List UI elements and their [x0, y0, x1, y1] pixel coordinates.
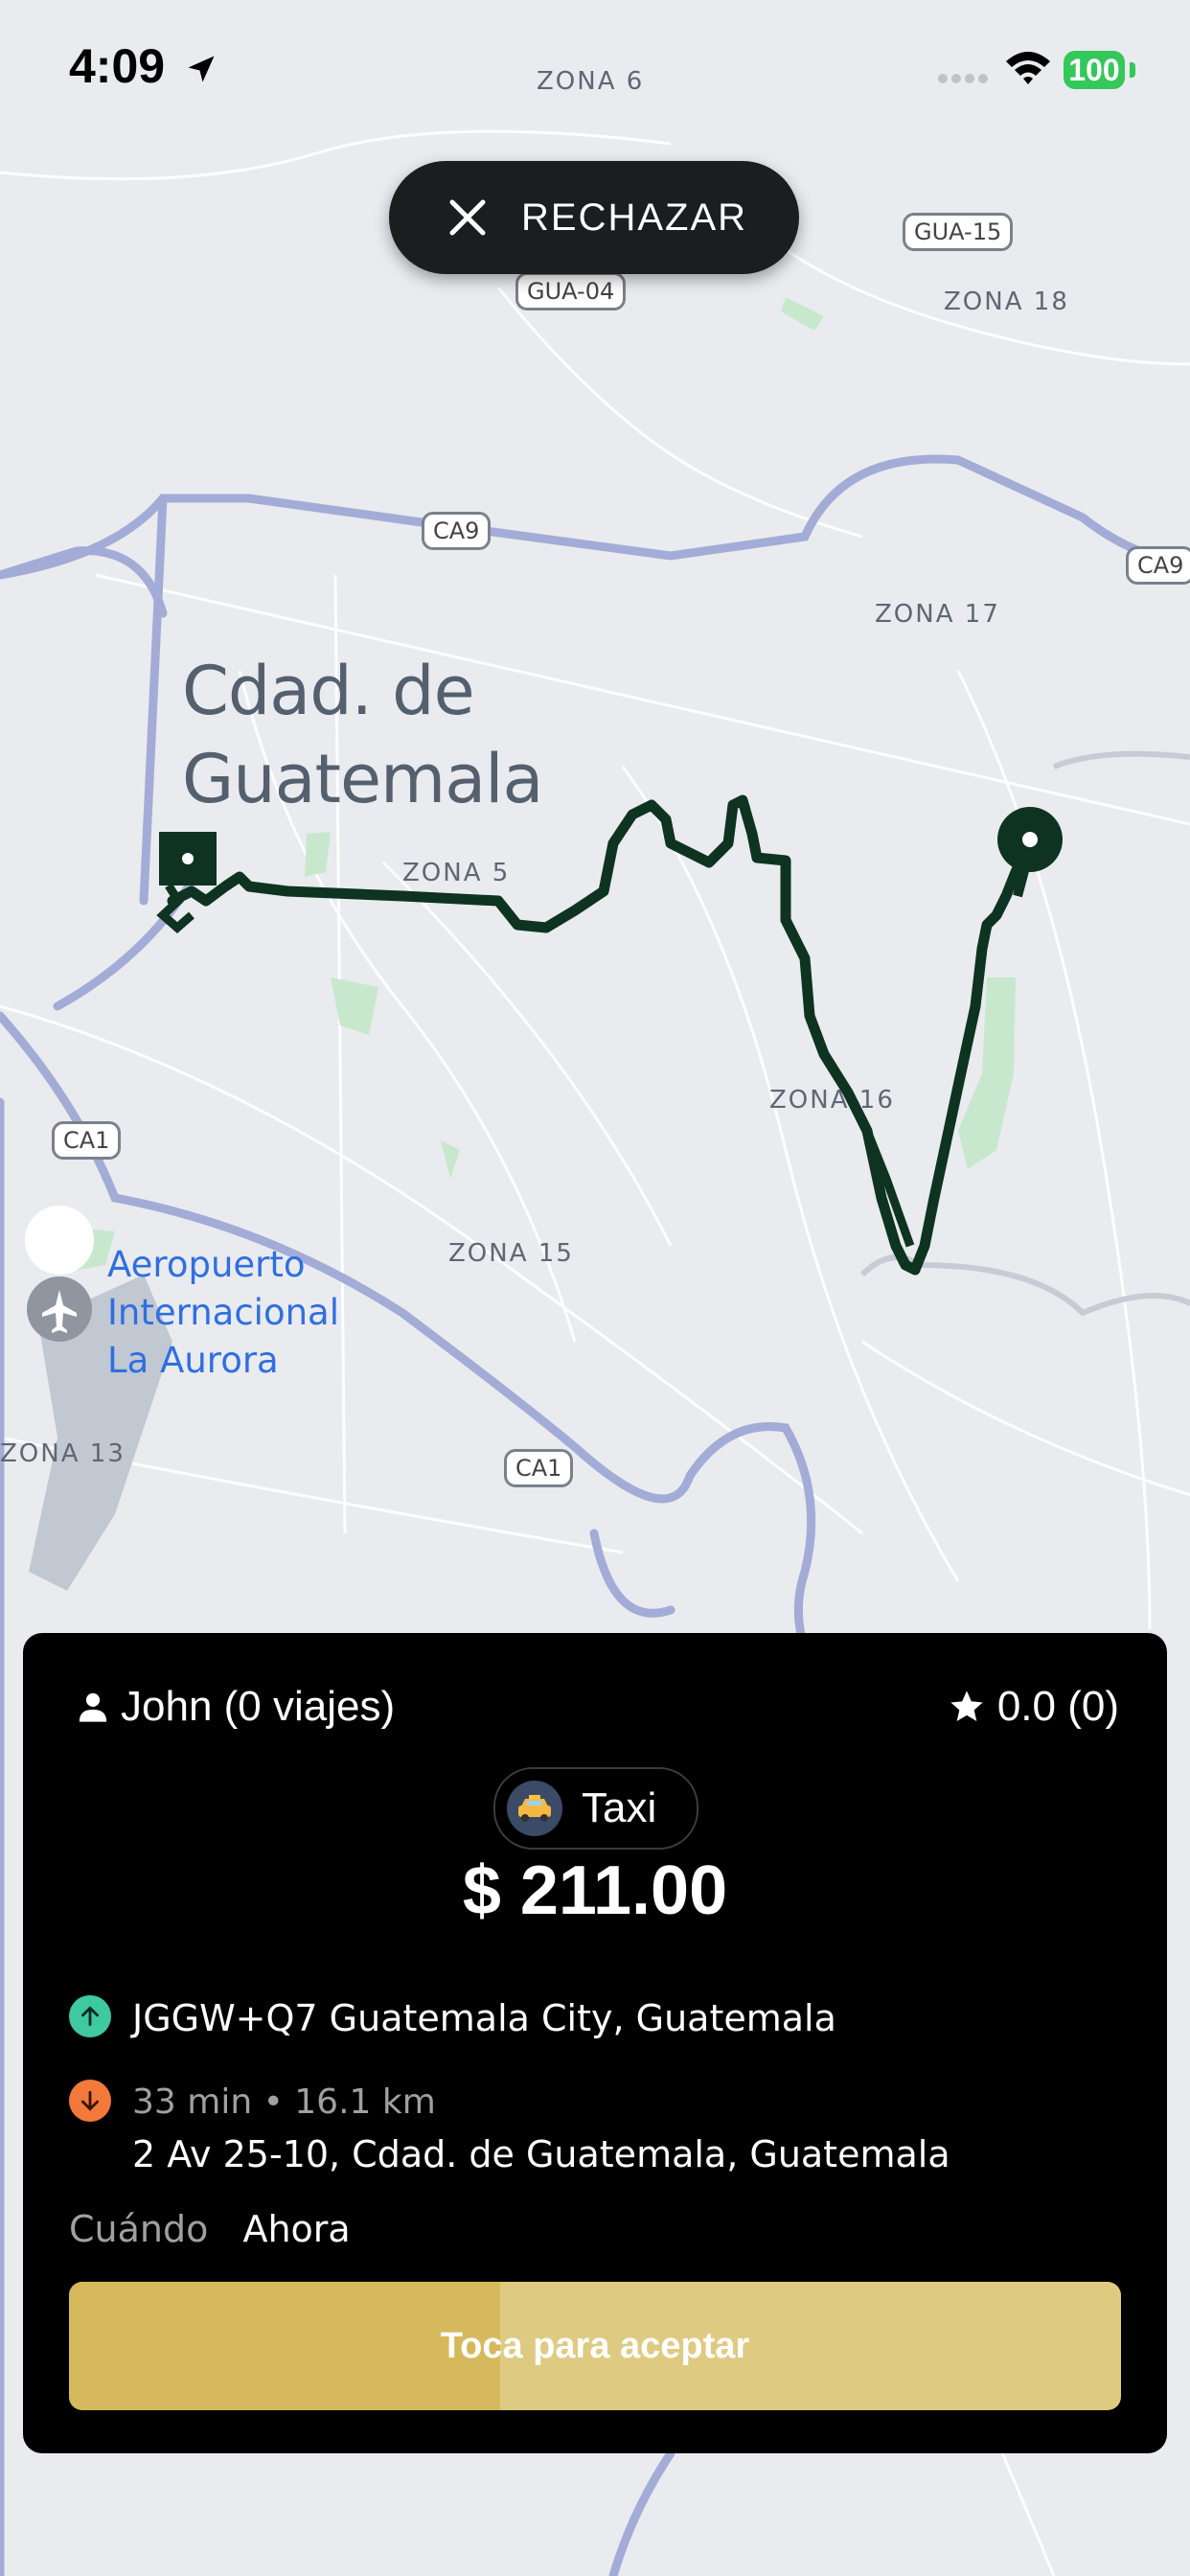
- accept-label: Toca para aceptar: [440, 2325, 750, 2366]
- road-shield: GUA-04: [515, 272, 627, 310]
- zone-label: ZONA 18: [944, 288, 1069, 316]
- rider-rating: 0.0 (0): [948, 1683, 1119, 1731]
- fare-amount: $ 211.00: [462, 1852, 728, 1929]
- road-shield: CA1: [52, 1121, 122, 1160]
- zone-label: ZONA 6: [537, 67, 645, 96]
- rider-name: John (0 viajes): [121, 1683, 396, 1730]
- dropoff-row: 33 min • 16.1 km 2 Av 25-10, Cdad. de Gu…: [69, 2080, 950, 2183]
- pickup-row: JGGW+Q7 Guatemala City, Guatemala: [69, 1995, 836, 2041]
- zone-label: ZONA 17: [875, 600, 1000, 629]
- zone-label: ZONA 16: [769, 1086, 895, 1115]
- zone-label: ZONA 15: [448, 1239, 574, 1268]
- star-icon: [950, 1690, 983, 1721]
- road-shield: GUA-15: [903, 213, 1014, 251]
- signal-dots-icon: [938, 74, 988, 83]
- service-type-badge: Taxi: [493, 1767, 698, 1850]
- wifi-icon: [1006, 52, 1050, 84]
- pickup-arrow-up-icon: [69, 1995, 111, 2037]
- person-icon: [79, 1692, 107, 1722]
- road-shield: CA9: [1126, 546, 1190, 585]
- location-arrow-icon: [188, 56, 215, 82]
- dropoff-arrow-down-icon: [69, 2080, 111, 2122]
- when-value: Ahora: [242, 2208, 351, 2250]
- city-label: Cdad. de Guatemala: [182, 652, 543, 818]
- dropoff-address: 2 Av 25-10, Cdad. de Guatemala, Guatemal…: [132, 2133, 950, 2175]
- when-label: Cuándo: [69, 2208, 209, 2250]
- rider-info: John (0 viajes): [77, 1683, 395, 1731]
- status-time: 4:09: [69, 39, 166, 93]
- zone-label: ZONA 5: [402, 859, 511, 887]
- road-shield: CA9: [422, 512, 492, 550]
- trip-eta-distance: 33 min • 16.1 km: [132, 2082, 436, 2122]
- road-shield: CA1: [504, 1449, 574, 1487]
- accept-progress-fill: [69, 2282, 501, 2410]
- airport-label[interactable]: Aeropuerto Internacional La Aurora: [107, 1241, 339, 1385]
- zone-label: ZONA 13: [0, 1439, 126, 1468]
- trip-request-card: John (0 viajes) 0.0 (0) Taxi $ 211.00 JG…: [23, 1633, 1167, 2453]
- taxi-icon: [507, 1781, 562, 1836]
- close-icon: [446, 196, 489, 239]
- reject-label: RECHAZAR: [521, 196, 748, 239]
- service-label: Taxi: [582, 1784, 657, 1831]
- rating-value: 0.0 (0): [996, 1683, 1119, 1730]
- accept-trip-button[interactable]: Toca para aceptar: [69, 2282, 1121, 2410]
- battery-icon: 100: [1064, 51, 1125, 89]
- reject-button[interactable]: RECHAZAR: [389, 161, 799, 274]
- pickup-address: JGGW+Q7 Guatemala City, Guatemala: [132, 1997, 836, 2039]
- schedule-row: Cuándo Ahora: [69, 2208, 351, 2250]
- battery-tip: [1130, 62, 1135, 78]
